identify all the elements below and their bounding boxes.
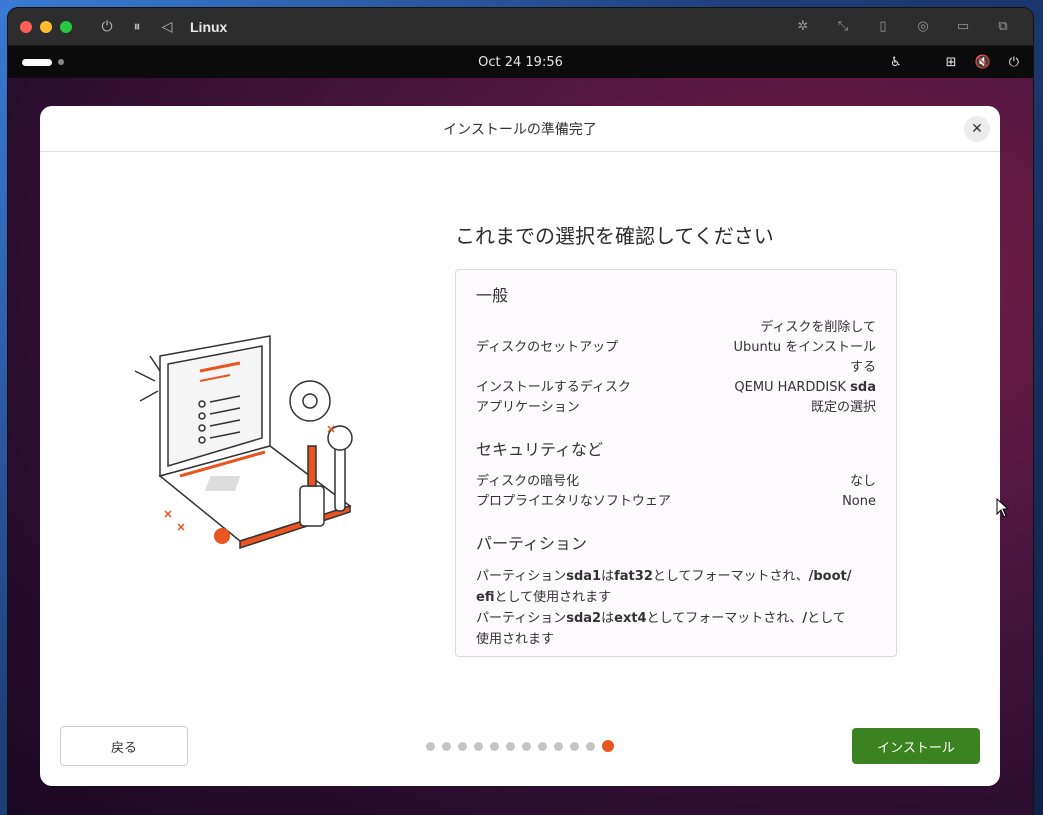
progress-dot (506, 741, 515, 751)
p1-filesystem: fat32 (614, 569, 653, 584)
dialog-title: インストールの準備完了 (443, 121, 597, 138)
usb-icon[interactable]: ▯ (865, 19, 901, 34)
workspace-indicator (58, 59, 64, 65)
summary-heading: これまでの選択を確認してください (455, 224, 774, 248)
dialog-header: インストールの準備完了 ✕ (40, 106, 1000, 152)
progress-dot (522, 741, 531, 751)
accessibility-icon[interactable]: ♿ (890, 55, 902, 70)
section-security-title: セキュリティなど (476, 440, 604, 459)
folder-icon[interactable]: ▭ (945, 19, 981, 34)
progress-dot (586, 741, 595, 751)
progress-dots (426, 740, 614, 752)
p2-device: sda2 (566, 611, 602, 626)
p2-text-b: は (601, 611, 615, 626)
disk-setup-value-line3: する (849, 360, 876, 375)
close-button[interactable]: ✕ (964, 116, 990, 142)
row-proprietary: プロプライエタリなソフトウェア None (476, 492, 876, 512)
install-disk-label: インストールするディスク (476, 380, 631, 395)
vm-titlebar: ⏻ ⏸ ◁ Linux ✲ ⤡ ▯ ◎ ▭ ⧉ (8, 8, 1033, 46)
disk-setup-value: ディスクを削除して Ubuntu をインストール する (734, 318, 876, 378)
encryption-value: なし (849, 474, 876, 489)
progress-dot (442, 741, 451, 751)
system-tray: ♿ ⊞ 🔇 ⏻ (890, 55, 1019, 70)
progress-dot (538, 741, 547, 751)
screwdriver-icon (299, 445, 325, 527)
p1-mount-part1: /boot/ (808, 569, 852, 584)
p1-text-c: としてフォーマットされ、 (652, 569, 809, 584)
gear-icon (289, 380, 331, 422)
network-icon[interactable]: ⊞ (946, 55, 957, 70)
workspace-active-indicator (22, 58, 52, 66)
zoom-window-button[interactable] (60, 20, 72, 33)
vm-window: ⏻ ⏸ ◁ Linux ✲ ⤡ ▯ ◎ ▭ ⧉ Oct 24 19:56 ♿ ⊞… (8, 8, 1033, 815)
progress-dot (458, 741, 467, 751)
progress-dot (490, 741, 499, 751)
p1-device: sda1 (566, 569, 602, 584)
vm-toolbar-right: ✲ ⤡ ▯ ◎ ▭ ⧉ (785, 19, 1021, 34)
p2-text-c: としてフォーマットされ、 (646, 611, 803, 626)
install-disk-model: QEMU HARDDISK (734, 380, 847, 395)
install-disk-device: sda (850, 380, 876, 395)
resize-icon[interactable]: ⤡ (825, 19, 861, 34)
section-partitions-title: パーティション (476, 534, 588, 553)
installer-dialog: インストールの準備完了 ✕ これまでの選択を確認してください 一般 ディスクのセ… (40, 106, 1000, 786)
sparkle-lines (134, 355, 161, 402)
volume-muted-icon[interactable]: 🔇 (975, 55, 991, 70)
small-gear-icon (214, 528, 230, 544)
progress-dot (570, 741, 579, 751)
install-disk-value: QEMU HARDDISK sda (734, 378, 876, 398)
gnome-topbar: Oct 24 19:56 ♿ ⊞ 🔇 ⏻ (8, 46, 1033, 78)
guest-screen: Oct 24 19:56 ♿ ⊞ 🔇 ⏻ インストールの準備完了 ✕ これまでの… (8, 46, 1033, 815)
apps-label: アプリケーション (476, 400, 580, 415)
summary-panel: 一般 ディスクのセットアップ ディスクを削除して Ubuntu をインストール … (455, 269, 897, 657)
row-install-disk: インストールするディスク QEMU HARDDISK sda (476, 378, 876, 398)
brightness-icon[interactable]: ✲ (785, 19, 821, 34)
back-button[interactable]: 戻る (60, 726, 188, 766)
p1-text-b: は (601, 569, 615, 584)
p2-text-e: 使用されます (476, 632, 555, 647)
progress-dot (426, 741, 435, 751)
disk-setup-label: ディスクのセットアップ (476, 340, 619, 355)
row-encryption: ディスクの暗号化 なし (476, 472, 876, 492)
p1-text-a: パーティション (476, 569, 567, 584)
proprietary-label: プロプライエタリなソフトウェア (476, 494, 671, 509)
mouse-cursor-icon (996, 498, 1010, 518)
pause-icon[interactable]: ⏸ (122, 19, 152, 35)
close-icon: ✕ (971, 121, 983, 137)
row-disk-setup: ディスクのセットアップ ディスクを削除して Ubuntu をインストール する (476, 318, 876, 378)
p1-mount-part2: efi (476, 590, 495, 605)
proprietary-value: None (842, 494, 876, 509)
p1-text-d: として使用されます (494, 590, 612, 605)
p2-text-a: パーティション (476, 611, 567, 626)
install-button[interactable]: インストール (852, 728, 980, 764)
back-triangle-icon[interactable]: ◁ (152, 19, 182, 35)
window-controls (20, 20, 72, 33)
clock[interactable]: Oct 24 19:56 (478, 55, 563, 70)
vm-name: Linux (190, 18, 228, 35)
row-applications: アプリケーション 既定の選択 (476, 398, 876, 418)
summary-content: これまでの選択を確認してください 一般 ディスクのセットアップ ディスクを削除し… (455, 220, 897, 657)
laptop-tools-illustration (134, 335, 353, 550)
progress-dot (554, 741, 563, 751)
p2-text-d: として (807, 611, 846, 626)
close-window-button[interactable] (20, 20, 32, 33)
activities-indicator[interactable] (22, 58, 64, 66)
progress-dot-active (602, 740, 614, 752)
section-general-title: 一般 (476, 286, 509, 305)
minimize-window-button[interactable] (40, 20, 52, 33)
encryption-label: ディスクの暗号化 (476, 474, 580, 489)
p2-filesystem: ext4 (614, 611, 647, 626)
disk-setup-value-line2: Ubuntu をインストール (733, 340, 876, 355)
disk-setup-value-line1: ディスクを削除して (760, 320, 876, 335)
progress-dot (474, 741, 483, 751)
power-icon[interactable]: ⏻ (1009, 55, 1019, 70)
windows-icon[interactable]: ⧉ (985, 19, 1021, 34)
power-icon[interactable]: ⏻ (92, 19, 122, 35)
partition-sda2-text: パーティションsda2はext4としてフォーマットされ、/として 使用されます (476, 608, 876, 650)
partition-sda1-text: パーティションsda1はfat32としてフォーマットされ、/boot/efiとし… (476, 566, 876, 608)
network-icon[interactable]: ◎ (905, 19, 941, 34)
apps-value: 既定の選択 (810, 400, 876, 415)
